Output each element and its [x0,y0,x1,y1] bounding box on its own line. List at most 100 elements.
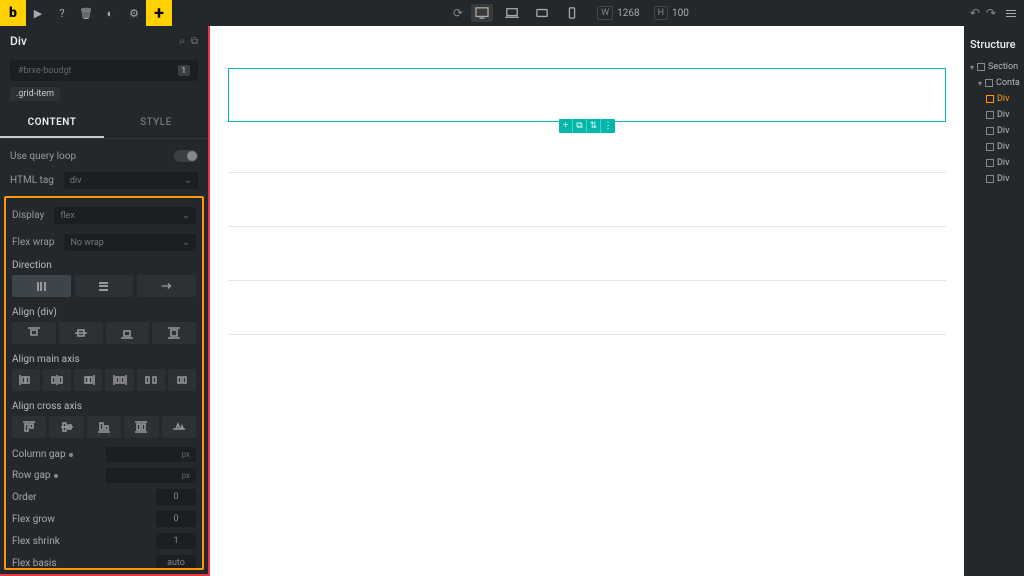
device-mobile-button[interactable] [561,4,583,22]
align-stretch-button[interactable] [124,416,158,438]
tree-item[interactable]: Div [968,107,1020,123]
properties-panel: Div ⌕ ⧉ #brxe-boudgt 1 .grid-item CONTEN… [0,26,210,576]
grid-row-divider [228,334,946,335]
id-selector-input[interactable]: #brxe-boudgt 1 [10,60,198,81]
grid-row-divider [228,172,946,173]
selected-element-outline[interactable]: + ⧉ ⇅ ⋮ [228,68,946,122]
play-icon[interactable]: ▶ [26,0,50,26]
tree-item-label: Div [997,126,1009,136]
class-chip[interactable]: .grid-item [10,87,60,101]
align-baseline-button[interactable] [162,416,196,438]
element-icon [985,79,993,87]
column-gap-input[interactable]: px [106,447,196,462]
tab-content[interactable]: CONTENT [0,109,104,138]
redo-icon[interactable]: ↷ [986,6,996,20]
query-loop-toggle[interactable] [174,150,198,162]
justify-end-button[interactable] [74,369,102,391]
align-start-button[interactable] [12,416,46,438]
id-selector-placeholder: #brxe-boudgt [18,66,72,76]
tree-item-label: Div [997,174,1009,184]
html-tag-label: HTML tag [10,175,54,186]
reload-icon[interactable]: ⟳ [453,6,463,20]
element-icon [977,63,985,71]
add-element-button[interactable]: + [146,0,172,26]
canvas-area[interactable]: + ⧉ ⇅ ⋮ [210,26,964,576]
flex-basis-input[interactable]: auto [156,555,196,570]
display-select[interactable]: flex [54,207,196,224]
tree-item-label: Container [996,78,1020,88]
settings-icon[interactable]: ⚙ [122,0,146,26]
justify-start-button[interactable] [12,369,40,391]
element-icon [986,143,994,151]
direction-row-button[interactable] [12,275,71,297]
align-main-label: Align main axis [12,350,196,367]
add-inside-button[interactable]: + [559,119,573,133]
element-icon [986,127,994,135]
justify-around-button[interactable] [137,369,165,391]
align-div-center-button[interactable] [59,322,103,344]
flex-shrink-input[interactable]: 1 [156,533,196,549]
more-options-button[interactable]: ⋮ [601,119,615,133]
tree-item-label: Section [988,62,1018,72]
trash-icon[interactable]: 🗑 [74,0,98,26]
device-laptop-button[interactable] [501,4,523,22]
edit-button[interactable]: ⇅ [587,119,601,133]
html-tag-select[interactable]: div [64,172,198,189]
order-input[interactable]: 0 [156,489,196,505]
undo-icon[interactable]: ↶ [970,6,980,20]
align-center-button[interactable] [49,416,83,438]
tree-item[interactable]: Div [968,139,1020,155]
structure-panel: Structure ▾Section▾ContainerDivDivDivDiv… [964,26,1024,576]
tree-item[interactable]: Div [968,123,1020,139]
flex-grow-input[interactable]: 0 [156,511,196,527]
element-icon [986,175,994,183]
width-value[interactable]: 1268 [617,8,639,19]
zoom-value[interactable]: 100 [672,8,689,19]
layout-controls-group: Display flex Flex wrap No wrap Direction… [4,196,204,570]
tree-item[interactable]: ▾Section [968,59,1020,75]
direction-reverse-button[interactable] [137,275,196,297]
flex-wrap-select[interactable]: No wrap [64,234,196,251]
logo[interactable]: b [0,0,26,26]
tree-item-label: Div [997,142,1009,152]
tree-item[interactable]: Div [968,171,1020,187]
structure-title: Structure [968,34,1020,59]
display-label: Display [12,210,44,221]
element-icon [986,95,994,103]
class-selector[interactable]: .grid-item [10,87,198,101]
clone-icon[interactable]: ⧉ [191,36,198,47]
tree-item[interactable]: Div [968,155,1020,171]
flex-grow-label: Flex grow [12,514,55,525]
element-icon [986,111,994,119]
align-div-stretch-button[interactable] [152,322,196,344]
device-tablet-landscape-button[interactable] [531,4,553,22]
tree-item-label: Div [997,158,1009,168]
panel-title: Div [10,34,27,48]
justify-center-button[interactable] [43,369,71,391]
tab-style[interactable]: STYLE [104,109,208,138]
direction-label: Direction [12,256,196,273]
help-icon[interactable]: ? [50,0,74,26]
tree-item[interactable]: Div [968,91,1020,107]
align-div-label: Align (div) [12,303,196,320]
row-gap-input[interactable]: px [106,468,196,483]
align-div-start-button[interactable] [12,322,56,344]
justify-evenly-button[interactable] [168,369,196,391]
tree-item[interactable]: ▾Container [968,75,1020,91]
align-cross-label: Align cross axis [12,397,196,414]
grid-row-divider [228,280,946,281]
justify-between-button[interactable] [105,369,133,391]
revisions-icon[interactable]: ◐ [98,0,122,26]
zoom-label: H [654,6,668,20]
menu-icon[interactable] [1002,6,1020,21]
grid-row-divider [228,226,946,227]
duplicate-button[interactable]: ⧉ [573,119,587,133]
align-div-end-button[interactable] [106,322,150,344]
query-loop-label: Use query loop [10,151,76,162]
direction-column-button[interactable] [75,275,134,297]
device-desktop-button[interactable] [471,4,493,22]
align-end-button[interactable] [87,416,121,438]
search-icon[interactable]: ⌕ [179,36,185,47]
order-label: Order [12,492,37,503]
width-label: W [597,6,613,20]
